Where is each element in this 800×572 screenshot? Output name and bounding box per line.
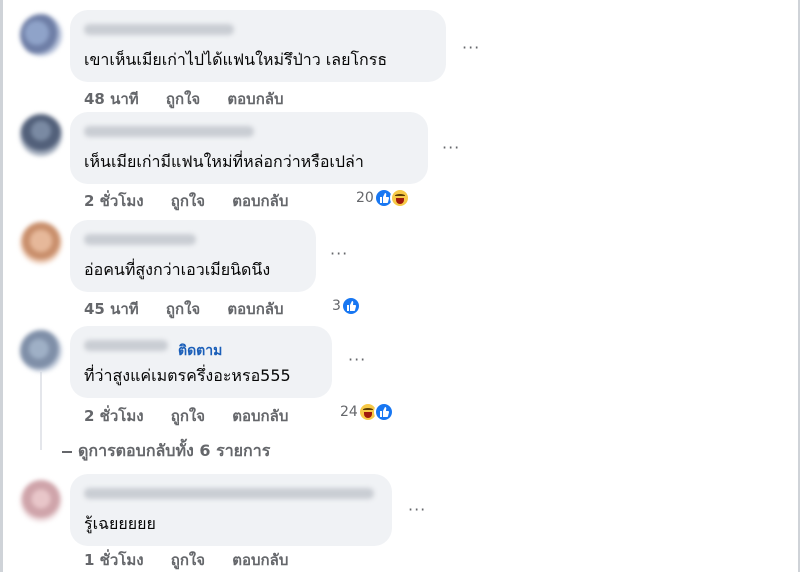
comment-text: ที่ว่าสูงแค่เมตรครึ่งอะหรอ555 bbox=[84, 366, 291, 385]
avatar[interactable] bbox=[20, 114, 62, 156]
follow-button[interactable]: ติดตาม bbox=[178, 340, 222, 362]
avatar[interactable] bbox=[20, 14, 62, 56]
view-replies-link[interactable]: ดูการตอบกลับทั้ง 6 รายการ bbox=[62, 439, 270, 464]
reaction-summary[interactable]: 20 bbox=[356, 188, 410, 208]
more-options-icon[interactable]: ··· bbox=[408, 500, 426, 519]
author-name-blurred[interactable] bbox=[84, 24, 234, 35]
like-reaction-icon bbox=[340, 296, 361, 316]
reply-button[interactable]: ตอบกลับ bbox=[227, 297, 283, 321]
comment-actions: 45 นาที ถูกใจ ตอบกลับ bbox=[84, 297, 306, 321]
comment-actions: 48 นาที ถูกใจ ตอบกลับ bbox=[84, 87, 306, 111]
comment-bubble: ติดตาม ที่ว่าสูงแค่เมตรครึ่งอะหรอ555 bbox=[70, 326, 332, 398]
reply-arrow-icon bbox=[62, 450, 72, 453]
comment-bubble: อ่อคนที่สูงกว่าเอวเมียนิดนึง bbox=[70, 220, 316, 292]
author-name-blurred[interactable] bbox=[84, 488, 374, 499]
reply-button[interactable]: ตอบกลับ bbox=[232, 548, 288, 572]
reaction-count: 3 bbox=[332, 298, 341, 314]
comment-timestamp[interactable]: 1 ชั่วโมง bbox=[84, 548, 144, 572]
like-reaction-icon bbox=[373, 402, 394, 422]
reply-button[interactable]: ตอบกลับ bbox=[227, 87, 283, 111]
comment-bubble: เขาเห็นเมียเก่าไปได้แฟนใหม่รึป่าว เลยโกร… bbox=[70, 10, 446, 82]
comment-timestamp[interactable]: 2 ชั่วโมง bbox=[84, 404, 144, 428]
thread-line bbox=[40, 372, 42, 450]
avatar[interactable] bbox=[20, 480, 62, 522]
comment-actions: 2 ชั่วโมง ถูกใจ ตอบกลับ bbox=[84, 404, 310, 428]
reaction-summary[interactable]: 24 bbox=[340, 402, 394, 422]
more-options-icon[interactable]: ··· bbox=[442, 138, 460, 157]
more-options-icon[interactable]: ··· bbox=[348, 350, 366, 369]
comment-bubble: เห็นเมียเก่ามีแฟนใหม่ที่หล่อกว่าหรือเปล่… bbox=[70, 112, 428, 184]
comment-timestamp[interactable]: 2 ชั่วโมง bbox=[84, 189, 144, 213]
comment-text: เห็นเมียเก่ามีแฟนใหม่ที่หล่อกว่าหรือเปล่… bbox=[84, 152, 364, 171]
reply-button[interactable]: ตอบกลับ bbox=[232, 404, 288, 428]
comment-text: รู้เฉยยยยย bbox=[84, 514, 156, 533]
comment-text: อ่อคนที่สูงกว่าเอวเมียนิดนึง bbox=[84, 260, 271, 279]
more-options-icon[interactable]: ··· bbox=[462, 38, 480, 57]
like-button[interactable]: ถูกใจ bbox=[171, 189, 205, 213]
reaction-summary[interactable]: 3 bbox=[332, 296, 361, 316]
reply-button[interactable]: ตอบกลับ bbox=[232, 189, 288, 213]
left-divider bbox=[0, 0, 3, 572]
reaction-count: 20 bbox=[356, 190, 374, 206]
avatar[interactable] bbox=[20, 330, 62, 372]
like-button[interactable]: ถูกใจ bbox=[166, 297, 200, 321]
avatar[interactable] bbox=[20, 222, 62, 264]
comment-timestamp[interactable]: 48 นาที bbox=[84, 87, 139, 111]
author-name-blurred[interactable] bbox=[84, 340, 168, 351]
comment-actions: 1 ชั่วโมง ถูกใจ ตอบกลับ bbox=[84, 548, 310, 572]
like-button[interactable]: ถูกใจ bbox=[166, 87, 200, 111]
like-button[interactable]: ถูกใจ bbox=[171, 404, 205, 428]
comment-text: เขาเห็นเมียเก่าไปได้แฟนใหม่รึป่าว เลยโกร… bbox=[84, 50, 388, 69]
comment-timestamp[interactable]: 45 นาที bbox=[84, 297, 139, 321]
more-options-icon[interactable]: ··· bbox=[330, 244, 348, 263]
reaction-count: 24 bbox=[340, 404, 358, 420]
author-name-blurred[interactable] bbox=[84, 126, 254, 137]
comment-bubble: รู้เฉยยยยย bbox=[70, 474, 392, 546]
comment-actions: 2 ชั่วโมง ถูกใจ ตอบกลับ bbox=[84, 189, 310, 213]
view-replies-label: ดูการตอบกลับทั้ง 6 รายการ bbox=[78, 441, 271, 460]
haha-reaction-icon bbox=[389, 188, 410, 208]
like-button[interactable]: ถูกใจ bbox=[171, 548, 205, 572]
author-name-blurred[interactable] bbox=[84, 234, 196, 245]
